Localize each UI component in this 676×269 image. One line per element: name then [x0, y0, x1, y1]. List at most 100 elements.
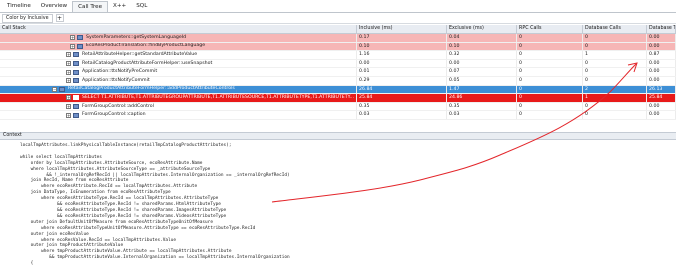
tab-call-tree[interactable]: Call Tree — [72, 1, 109, 12]
rpc-calls-cell: 0 — [517, 68, 583, 76]
database-time-cell: 26.13 — [647, 85, 676, 94]
database-time-cell: 0.00 — [647, 68, 676, 76]
exclusive-cell: 0.00 — [447, 59, 517, 68]
method-icon — [77, 35, 83, 41]
inclusive-cell: 0.29 — [357, 76, 447, 85]
method-icon — [77, 43, 83, 49]
rpc-calls-cell: 0 — [517, 94, 583, 102]
exclusive-cell: 0.10 — [447, 42, 517, 51]
exclusive-cell: 1.47 — [447, 85, 517, 94]
method-icon — [73, 69, 79, 75]
expand-toggle-icon[interactable]: + — [66, 52, 71, 58]
column-header-exclusive[interactable]: Exclusive (ms) — [447, 25, 517, 33]
database-time-cell: 0.00 — [647, 34, 676, 42]
database-calls-cell: 0 — [583, 102, 647, 111]
inclusive-cell: 0.17 — [357, 34, 447, 42]
table-row[interactable]: + FormGroupControl::caption 0.03 0.03 0 0 0.00 — [0, 111, 676, 120]
call-stack-cell: + RetailCatalogProductAttributeFormHelper… — [0, 59, 357, 68]
call-stack-cell: + EcoResProductTranslation::findByProduct… — [0, 42, 357, 51]
call-stack-label: Application::ttsNotifyCommit — [82, 77, 150, 83]
expand-toggle-icon[interactable]: + — [66, 69, 71, 75]
database-time-cell: 0.87 — [647, 51, 676, 59]
expand-toggle-icon[interactable]: + — [66, 95, 71, 101]
grid-header: Call Stack Inclusive (ms) Exclusive (ms)… — [0, 25, 676, 34]
database-calls-cell: 0 — [583, 76, 647, 85]
tab-xpp[interactable]: X++ — [108, 1, 131, 12]
call-stack-label: RetailAttributeHelper::getStandardAttrib… — [82, 51, 198, 57]
database-calls-cell: 0 — [583, 68, 647, 76]
rpc-calls-cell: 0 — [517, 76, 583, 85]
method-icon — [73, 95, 79, 101]
call-stack-cell: + Application::ttsNotifyCommit — [0, 76, 357, 85]
table-row[interactable]: + RetailAttributeHelper::getStandardAttri… — [0, 51, 676, 60]
table-row[interactable]: + EcoResProductTranslation::findByProduct… — [0, 42, 676, 52]
inclusive-cell: 1.16 — [357, 51, 447, 59]
rpc-calls-cell: 0 — [517, 42, 583, 51]
expand-toggle-icon[interactable]: + — [70, 35, 75, 41]
table-row[interactable]: − RetailCatalogProductAttributeFormHelper… — [0, 85, 676, 95]
database-calls-cell: 1 — [583, 51, 647, 59]
database-time-cell: 25.84 — [647, 94, 676, 102]
method-icon — [73, 78, 79, 84]
inclusive-cell: 26.84 — [357, 85, 447, 94]
add-button[interactable]: + — [55, 14, 64, 22]
inclusive-cell: 0.03 — [357, 111, 447, 119]
call-stack-label: SELECT T1.ATTRIBUTE,T1.ATTRIBUTEGROUPATT… — [81, 94, 354, 100]
table-row[interactable]: + SELECT T1.ATTRIBUTE,T1.ATTRIBUTEGROUPAT… — [0, 94, 676, 103]
database-time-cell: 0.00 — [647, 111, 676, 119]
database-calls-cell: 1 — [583, 94, 647, 102]
database-calls-cell: 0 — [583, 42, 647, 51]
column-header-inclusive[interactable]: Inclusive (ms) — [357, 25, 447, 33]
inclusive-cell: 0.00 — [357, 59, 447, 68]
table-row[interactable]: + RetailCatalogProductAttributeFormHelper… — [0, 59, 676, 69]
call-stack-cell: − RetailCatalogProductAttributeFormHelper… — [0, 85, 357, 94]
expand-toggle-icon[interactable]: − — [52, 86, 57, 92]
tab-overview[interactable]: Overview — [36, 1, 72, 12]
call-stack-label: SystemParameters::getSystemLanguageId — [86, 34, 187, 40]
expand-toggle-icon[interactable]: + — [70, 43, 75, 49]
call-stack-cell: + SystemParameters::getSystemLanguageId — [0, 34, 357, 42]
toolbar: Color by Inclusive + — [0, 13, 676, 24]
database-calls-cell: 0 — [583, 59, 647, 68]
column-header-database-time[interactable]: Database Time (ms) — [647, 25, 676, 33]
database-time-cell: 0.00 — [647, 59, 676, 68]
exclusive-cell: 24.86 — [447, 94, 517, 102]
tab-timeline[interactable]: Timeline — [2, 1, 36, 12]
expand-toggle-icon[interactable]: + — [66, 112, 71, 118]
table-row[interactable]: + Application::ttsNotifyPreCommit 0.01 0.07… — [0, 68, 676, 77]
tab-bar: Timeline Overview Call Tree X++ SQL — [0, 0, 676, 13]
inclusive-cell: 0.10 — [357, 42, 447, 51]
column-header-database-calls[interactable]: Database Calls — [583, 25, 647, 33]
call-stack-cell: + RetailAttributeHelper::getStandardAttri… — [0, 51, 357, 59]
expand-toggle-icon[interactable]: + — [66, 61, 71, 67]
call-stack-cell: + FormGroupControl::addControl — [0, 102, 357, 111]
inclusive-cell: 0.01 — [357, 68, 447, 76]
method-icon — [73, 104, 79, 110]
call-stack-label: FormGroupControl::addControl — [82, 103, 154, 109]
call-stack-cell: + FormGroupControl::caption — [0, 111, 357, 119]
method-icon — [59, 86, 65, 92]
tab-sql[interactable]: SQL — [131, 1, 152, 12]
expand-toggle-icon[interactable]: + — [66, 78, 71, 84]
column-header-rpc-calls[interactable]: RPC Calls — [517, 25, 583, 33]
rpc-calls-cell: 0 — [517, 102, 583, 111]
method-icon — [73, 61, 79, 67]
expand-toggle-icon[interactable]: + — [66, 104, 71, 110]
database-time-cell: 0.00 — [647, 76, 676, 85]
rpc-calls-cell: 0 — [517, 59, 583, 68]
rpc-calls-cell: 0 — [517, 34, 583, 42]
context-code-view: localTmpAttributes.linkPhysicalTableInst… — [0, 140, 676, 269]
database-calls-cell: 2 — [583, 85, 647, 94]
method-icon — [73, 112, 79, 118]
exclusive-cell: 0.07 — [447, 68, 517, 76]
table-row[interactable]: + SystemParameters::getSystemLanguageId 0.… — [0, 34, 676, 43]
exclusive-cell: 0.32 — [447, 51, 517, 59]
method-icon — [73, 52, 79, 58]
call-stack-cell: + Application::ttsNotifyPreCommit — [0, 68, 357, 76]
color-by-dropdown[interactable]: Color by Inclusive — [2, 13, 53, 23]
table-row[interactable]: + Application::ttsNotifyCommit 0.29 0.05 0 0 0… — [0, 76, 676, 86]
call-stack-label: RetailCatalogProductAttributeFormHelper:… — [82, 60, 213, 66]
table-row[interactable]: + FormGroupControl::addControl 0.35 0.35 0 0 0… — [0, 102, 676, 112]
rpc-calls-cell: 0 — [517, 111, 583, 119]
column-header-call-stack[interactable]: Call Stack — [0, 25, 357, 33]
